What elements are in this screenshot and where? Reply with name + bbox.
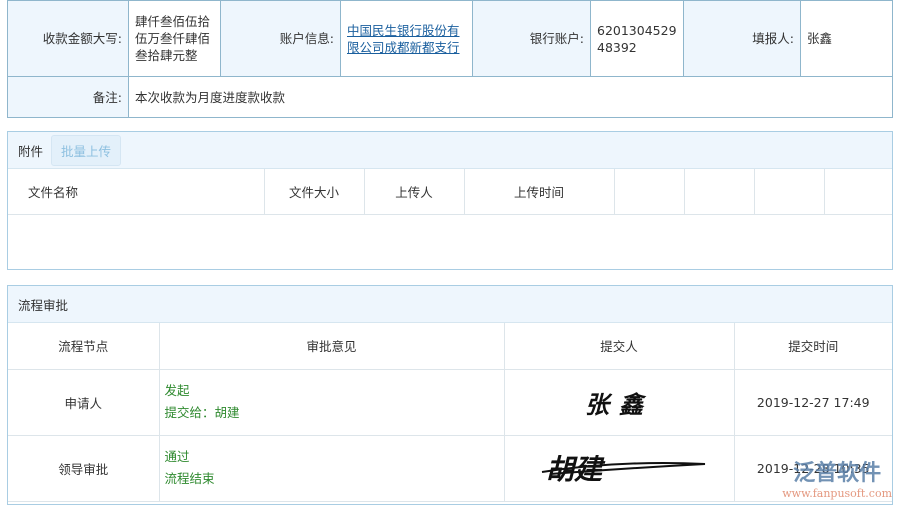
next-step: 提交给：胡建: [164, 405, 240, 420]
table-row: 申请人 发起提交给：胡建 张鑫 2019-12-27 17:49: [8, 369, 892, 436]
watermark-url: www.fanpusoft.com: [782, 487, 892, 500]
bank-label: 银行账户:: [472, 0, 591, 77]
remark-label: 备注:: [7, 76, 129, 118]
col-file-size: 文件大小: [264, 169, 365, 215]
reporter-value: 张鑫: [800, 0, 893, 77]
workflow-title: 流程审批: [18, 297, 69, 313]
receipt-info-table: 收款金额大写: 肆仟叁佰伍拾伍万叁仟肆佰叁拾肆元整 账户信息: 中国民生银行股份…: [7, 0, 893, 118]
amount-value: 肆仟叁佰伍拾伍万叁仟肆佰叁拾肆元整: [128, 0, 221, 77]
watermark-name: 泛普软件: [793, 461, 882, 486]
node: 领导审批: [8, 435, 160, 502]
signature-stroke-icon: [541, 461, 705, 475]
workflow-panel: 流程审批 流程节点 审批意见 提交人 提交时间 申请人 发起提交给：胡建 张鑫 …: [7, 285, 893, 505]
workflow-table: 流程节点 审批意见 提交人 提交时间 申请人 发起提交给：胡建 张鑫 2019-…: [8, 323, 892, 502]
col-submitter: 提交人: [504, 323, 735, 370]
col-upload-time: 上传时间: [464, 169, 615, 215]
batch-upload-button[interactable]: 批量上传: [51, 134, 122, 166]
opinion: 通过: [164, 449, 190, 464]
account-label: 账户信息:: [220, 0, 341, 77]
table-row: 领导审批 通过 流程结束 胡建 2019-12-28 10:35: [8, 435, 892, 502]
account-link[interactable]: 中国民生银行股份有限公司成都新都支行: [347, 23, 460, 55]
node: 申请人: [8, 369, 160, 436]
bank-value: 620130452948392: [590, 0, 684, 77]
amount-label: 收款金额大写:: [7, 0, 129, 77]
signature: 张鑫: [585, 389, 653, 419]
time: 2019-12-27 17:49: [734, 369, 892, 436]
opinion: 发起: [164, 383, 190, 398]
watermark-logo: 泛普软件 www.fanpusoft.com: [782, 455, 892, 500]
attachments-panel: 附件 批量上传 文件名称 文件大小 上传人 上传时间: [7, 131, 893, 270]
col-file-name: 文件名称: [8, 169, 265, 215]
attachments-title: 附件: [18, 143, 44, 159]
attachments-table: 文件名称 文件大小 上传人 上传时间: [8, 169, 892, 215]
col-node: 流程节点: [8, 323, 160, 370]
remark-value: 本次收款为月度进度款收款: [128, 76, 893, 118]
col-opinion: 审批意见: [159, 323, 505, 370]
col-time: 提交时间: [734, 323, 892, 370]
next-step: 流程结束: [164, 471, 215, 486]
col-uploader: 上传人: [364, 169, 465, 215]
reporter-label: 填报人:: [683, 0, 801, 77]
